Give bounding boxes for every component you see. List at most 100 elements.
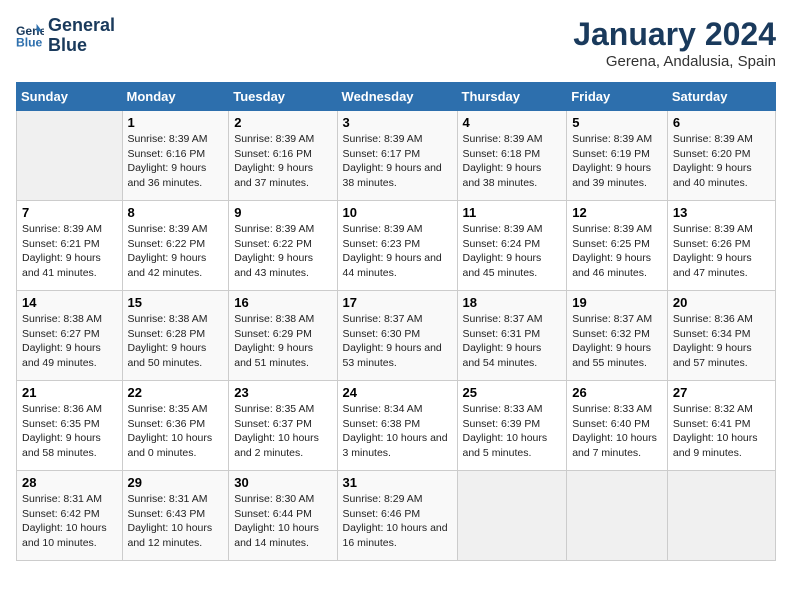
day-number: 17: [343, 295, 452, 310]
calendar-cell: 25Sunrise: 8:33 AMSunset: 6:39 PMDayligh…: [457, 381, 567, 471]
cell-info: Sunrise: 8:39 AMSunset: 6:18 PMDaylight:…: [463, 132, 562, 191]
calendar-table: SundayMondayTuesdayWednesdayThursdayFrid…: [16, 82, 776, 561]
weekday-header: Friday: [567, 83, 668, 111]
cell-info: Sunrise: 8:39 AMSunset: 6:23 PMDaylight:…: [343, 222, 452, 281]
calendar-week-row: 7 Sunrise: 8:39 AMSunset: 6:21 PMDaylight…: [17, 201, 776, 291]
logo: General Blue General Blue: [16, 16, 115, 56]
calendar-header: SundayMondayTuesdayWednesdayThursdayFrid…: [17, 83, 776, 111]
cell-info: Sunrise: 8:38 AMSunset: 6:27 PMDaylight:…: [22, 312, 117, 371]
calendar-cell: 2 Sunrise: 8:39 AMSunset: 6:16 PMDaylight…: [229, 111, 337, 201]
cell-info: Sunrise: 8:32 AMSunset: 6:41 PMDaylight:…: [673, 402, 770, 461]
day-number: 23: [234, 385, 331, 400]
calendar-week-row: 1Sunrise: 8:39 AMSunset: 6:16 PMDaylight…: [17, 111, 776, 201]
day-number: 20: [673, 295, 770, 310]
calendar-cell: 13 Sunrise: 8:39 AMSunset: 6:26 PMDayligh…: [667, 201, 775, 291]
calendar-cell: 5 Sunrise: 8:39 AMSunset: 6:19 PMDaylight…: [567, 111, 668, 201]
calendar-cell: 28Sunrise: 8:31 AMSunset: 6:42 PMDayligh…: [17, 471, 123, 561]
calendar-cell: [567, 471, 668, 561]
calendar-cell: 18Sunrise: 8:37 AMSunset: 6:31 PMDayligh…: [457, 291, 567, 381]
day-number: 31: [343, 475, 452, 490]
calendar-cell: 3 Sunrise: 8:39 AMSunset: 6:17 PMDaylight…: [337, 111, 457, 201]
cell-info: Sunrise: 8:37 AMSunset: 6:32 PMDaylight:…: [572, 312, 662, 371]
calendar-cell: 30 Sunrise: 8:30 AMSunset: 6:44 PMDayligh…: [229, 471, 337, 561]
weekday-header: Wednesday: [337, 83, 457, 111]
calendar-cell: 27Sunrise: 8:32 AMSunset: 6:41 PMDayligh…: [667, 381, 775, 471]
calendar-cell: 9 Sunrise: 8:39 AMSunset: 6:22 PMDaylight…: [229, 201, 337, 291]
day-number: 29: [128, 475, 224, 490]
cell-info: Sunrise: 8:39 AMSunset: 6:22 PMDaylight:…: [128, 222, 224, 281]
weekday-header: Saturday: [667, 83, 775, 111]
calendar-cell: 21 Sunrise: 8:36 AMSunset: 6:35 PMDayligh…: [17, 381, 123, 471]
day-number: 2: [234, 115, 331, 130]
cell-info: Sunrise: 8:31 AMSunset: 6:43 PMDaylight:…: [128, 492, 224, 551]
cell-info: Sunrise: 8:29 AMSunset: 6:46 PMDaylight:…: [343, 492, 452, 551]
cell-info: Sunrise: 8:35 AMSunset: 6:36 PMDaylight:…: [128, 402, 224, 461]
calendar-cell: 22 Sunrise: 8:35 AMSunset: 6:36 PMDayligh…: [122, 381, 229, 471]
calendar-cell: 8 Sunrise: 8:39 AMSunset: 6:22 PMDaylight…: [122, 201, 229, 291]
cell-info: Sunrise: 8:39 AMSunset: 6:22 PMDaylight:…: [234, 222, 331, 281]
calendar-cell: [17, 111, 123, 201]
day-number: 15: [128, 295, 224, 310]
day-number: 3: [343, 115, 452, 130]
calendar-body: 1Sunrise: 8:39 AMSunset: 6:16 PMDaylight…: [17, 111, 776, 561]
calendar-cell: 26Sunrise: 8:33 AMSunset: 6:40 PMDayligh…: [567, 381, 668, 471]
weekday-header: Thursday: [457, 83, 567, 111]
calendar-week-row: 21 Sunrise: 8:36 AMSunset: 6:35 PMDayligh…: [17, 381, 776, 471]
day-number: 21: [22, 385, 117, 400]
day-number: 13: [673, 205, 770, 220]
day-number: 8: [128, 205, 224, 220]
day-number: 28: [22, 475, 117, 490]
day-number: 24: [343, 385, 452, 400]
day-number: 5: [572, 115, 662, 130]
calendar-cell: 15Sunrise: 8:38 AMSunset: 6:28 PMDayligh…: [122, 291, 229, 381]
cell-info: Sunrise: 8:39 AMSunset: 6:19 PMDaylight:…: [572, 132, 662, 191]
weekday-header: Sunday: [17, 83, 123, 111]
calendar-cell: [457, 471, 567, 561]
weekday-row: SundayMondayTuesdayWednesdayThursdayFrid…: [17, 83, 776, 111]
cell-info: Sunrise: 8:37 AMSunset: 6:30 PMDaylight:…: [343, 312, 452, 371]
cell-info: Sunrise: 8:38 AMSunset: 6:29 PMDaylight:…: [234, 312, 331, 371]
day-number: 9: [234, 205, 331, 220]
logo-line1: General: [48, 16, 115, 36]
calendar-cell: 7 Sunrise: 8:39 AMSunset: 6:21 PMDaylight…: [17, 201, 123, 291]
calendar-cell: 12Sunrise: 8:39 AMSunset: 6:25 PMDayligh…: [567, 201, 668, 291]
calendar-cell: 23 Sunrise: 8:35 AMSunset: 6:37 PMDayligh…: [229, 381, 337, 471]
day-number: 22: [128, 385, 224, 400]
calendar-cell: 29 Sunrise: 8:31 AMSunset: 6:43 PMDayligh…: [122, 471, 229, 561]
cell-info: Sunrise: 8:30 AMSunset: 6:44 PMDaylight:…: [234, 492, 331, 551]
day-number: 7: [22, 205, 117, 220]
cell-info: Sunrise: 8:37 AMSunset: 6:31 PMDaylight:…: [463, 312, 562, 371]
cell-info: Sunrise: 8:39 AMSunset: 6:21 PMDaylight:…: [22, 222, 117, 281]
day-number: 6: [673, 115, 770, 130]
svg-text:Blue: Blue: [16, 35, 43, 49]
page-header: General Blue General Blue January 2024 G…: [16, 16, 776, 70]
weekday-header: Monday: [122, 83, 229, 111]
calendar-cell: 1Sunrise: 8:39 AMSunset: 6:16 PMDaylight…: [122, 111, 229, 201]
calendar-cell: 14 Sunrise: 8:38 AMSunset: 6:27 PMDayligh…: [17, 291, 123, 381]
cell-info: Sunrise: 8:39 AMSunset: 6:17 PMDaylight:…: [343, 132, 452, 191]
calendar-cell: 4Sunrise: 8:39 AMSunset: 6:18 PMDaylight…: [457, 111, 567, 201]
cell-info: Sunrise: 8:34 AMSunset: 6:38 PMDaylight:…: [343, 402, 452, 461]
location: Gerena, Andalusia, Spain: [573, 53, 776, 70]
cell-info: Sunrise: 8:39 AMSunset: 6:25 PMDaylight:…: [572, 222, 662, 281]
logo-line2: Blue: [48, 36, 115, 56]
day-number: 26: [572, 385, 662, 400]
calendar-cell: 20Sunrise: 8:36 AMSunset: 6:34 PMDayligh…: [667, 291, 775, 381]
title-block: January 2024 Gerena, Andalusia, Spain: [573, 16, 776, 70]
day-number: 30: [234, 475, 331, 490]
day-number: 16: [234, 295, 331, 310]
cell-info: Sunrise: 8:39 AMSunset: 6:20 PMDaylight:…: [673, 132, 770, 191]
cell-info: Sunrise: 8:39 AMSunset: 6:26 PMDaylight:…: [673, 222, 770, 281]
calendar-cell: [667, 471, 775, 561]
cell-info: Sunrise: 8:36 AMSunset: 6:35 PMDaylight:…: [22, 402, 117, 461]
cell-info: Sunrise: 8:35 AMSunset: 6:37 PMDaylight:…: [234, 402, 331, 461]
calendar-cell: 11Sunrise: 8:39 AMSunset: 6:24 PMDayligh…: [457, 201, 567, 291]
calendar-cell: 6 Sunrise: 8:39 AMSunset: 6:20 PMDaylight…: [667, 111, 775, 201]
calendar-week-row: 14 Sunrise: 8:38 AMSunset: 6:27 PMDayligh…: [17, 291, 776, 381]
calendar-cell: 16 Sunrise: 8:38 AMSunset: 6:29 PMDayligh…: [229, 291, 337, 381]
calendar-week-row: 28Sunrise: 8:31 AMSunset: 6:42 PMDayligh…: [17, 471, 776, 561]
calendar-cell: 19Sunrise: 8:37 AMSunset: 6:32 PMDayligh…: [567, 291, 668, 381]
cell-info: Sunrise: 8:39 AMSunset: 6:16 PMDaylight:…: [234, 132, 331, 191]
day-number: 14: [22, 295, 117, 310]
day-number: 25: [463, 385, 562, 400]
